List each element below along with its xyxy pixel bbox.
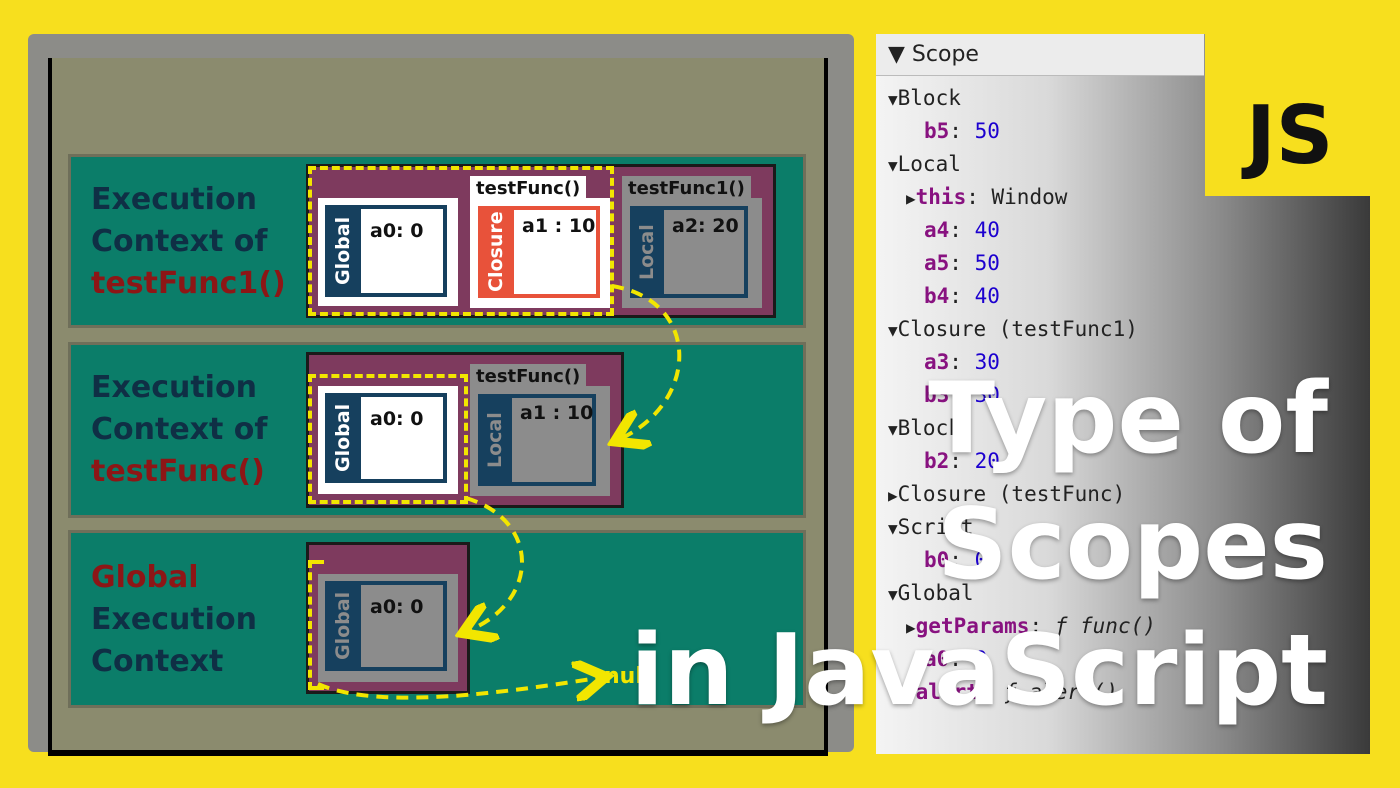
chevron-right-icon: ▶ xyxy=(888,486,898,505)
arrow-global-to-null xyxy=(317,678,598,698)
scope-key: this xyxy=(915,185,967,209)
scope-value: Window xyxy=(991,185,1068,209)
chevron-right-icon: ▶ xyxy=(906,189,916,208)
chevron-down-icon: ▼ xyxy=(888,321,898,340)
scope-value: 40 xyxy=(974,284,1000,308)
scope-key: Local xyxy=(897,152,961,176)
chevron-down-icon: ▼ xyxy=(888,42,912,67)
scope-section[interactable]: ▼Local xyxy=(888,152,961,176)
scope-value: 50 xyxy=(974,251,1000,275)
chevron-down-icon: ▼ xyxy=(888,90,898,109)
scope-variable: b5: 50 xyxy=(924,119,1000,143)
arrow-closure-to-testfunc xyxy=(612,284,682,438)
title-line-3: in JavaScript xyxy=(630,614,1328,728)
scope-variable: b4: 40 xyxy=(924,284,1000,308)
scope-separator: : xyxy=(949,119,975,143)
scope-section[interactable]: ▼Closure (testFunc1) xyxy=(888,317,1138,341)
js-logo-text: JS xyxy=(1246,89,1334,182)
scope-variable: a5: 50 xyxy=(924,251,1000,275)
scope-key: Block xyxy=(897,86,961,110)
scope-variable[interactable]: ▶this: Window xyxy=(906,185,1067,209)
scope-variable: a4: 40 xyxy=(924,218,1000,242)
chevron-down-icon: ▼ xyxy=(888,519,898,538)
scope-key: b4 xyxy=(924,284,950,308)
title-line-2: Scopes xyxy=(937,488,1328,602)
scope-section[interactable]: ▼Block xyxy=(888,86,961,110)
chevron-down-icon: ▼ xyxy=(888,420,898,439)
chevron-down-icon: ▼ xyxy=(888,156,898,175)
scope-separator: : xyxy=(966,185,992,209)
arrow-testfunc-to-global xyxy=(466,496,524,630)
scope-separator: : xyxy=(949,218,975,242)
scope-value: 50 xyxy=(974,119,1000,143)
scope-separator: : xyxy=(949,284,975,308)
scope-key: a4 xyxy=(924,218,950,242)
scope-value: 40 xyxy=(974,218,1000,242)
scope-header[interactable]: ▼ Scope xyxy=(876,34,1204,76)
scope-key: Closure (testFunc1) xyxy=(897,317,1138,341)
scope-separator: : xyxy=(949,251,975,275)
chevron-down-icon: ▼ xyxy=(888,585,898,604)
title-line-1: Type of xyxy=(928,362,1328,476)
scope-key: a5 xyxy=(924,251,950,275)
scope-key: b5 xyxy=(924,119,950,143)
